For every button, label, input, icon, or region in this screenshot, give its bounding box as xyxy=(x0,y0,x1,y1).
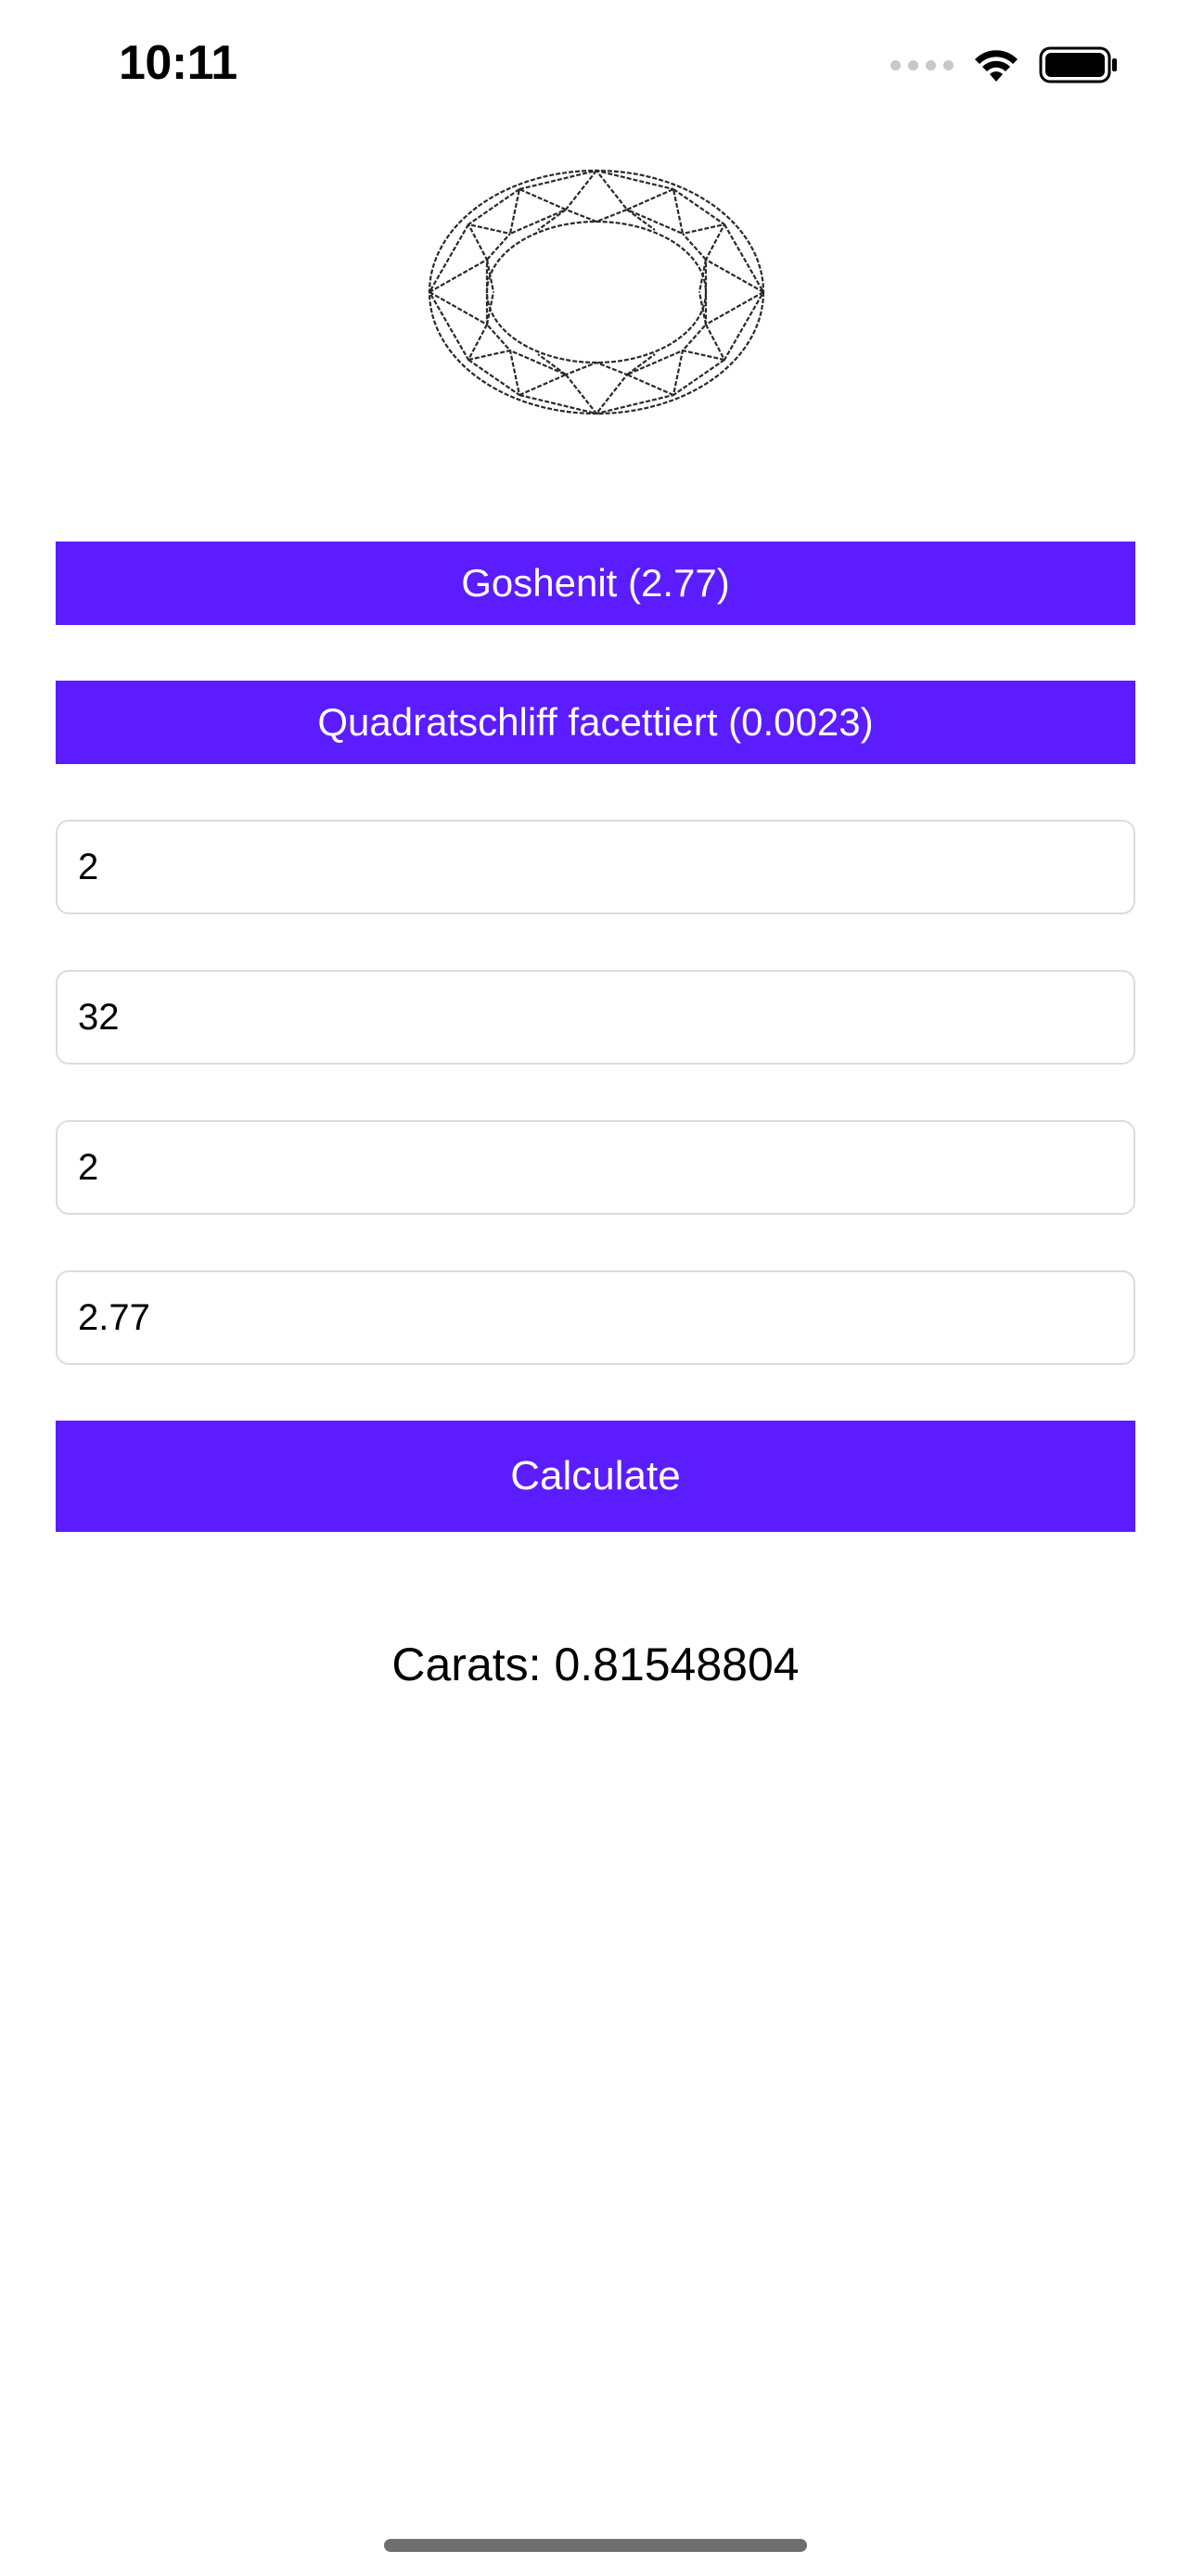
cut-selector-button[interactable]: Quadratschliff facettiert (0.0023) xyxy=(56,681,1135,764)
density-input[interactable] xyxy=(56,1270,1135,1365)
status-icons xyxy=(890,46,1119,83)
dimension-input-1[interactable] xyxy=(56,820,1135,914)
cut-selector-label: Quadratschliff facettiert (0.0023) xyxy=(317,700,874,744)
carats-result: Carats: 0.81548804 xyxy=(391,1639,800,1690)
status-time: 10:11 xyxy=(119,36,237,90)
material-selector-label: Goshenit (2.77) xyxy=(461,561,730,605)
home-indicator[interactable] xyxy=(384,2539,807,2552)
calculate-button-label: Calculate xyxy=(510,1453,681,1498)
wifi-icon xyxy=(975,50,1018,82)
dimension-input-2[interactable] xyxy=(56,970,1135,1065)
gem-illustration xyxy=(427,167,766,417)
calculate-button[interactable]: Calculate xyxy=(56,1421,1135,1532)
status-bar: 10:11 xyxy=(0,0,1191,139)
material-selector-button[interactable]: Goshenit (2.77) xyxy=(56,542,1135,625)
dimension-input-3[interactable] xyxy=(56,1120,1135,1215)
cellular-signal-icon xyxy=(890,59,954,70)
battery-icon xyxy=(1039,46,1117,83)
oval-gem-facet-icon xyxy=(428,169,765,415)
